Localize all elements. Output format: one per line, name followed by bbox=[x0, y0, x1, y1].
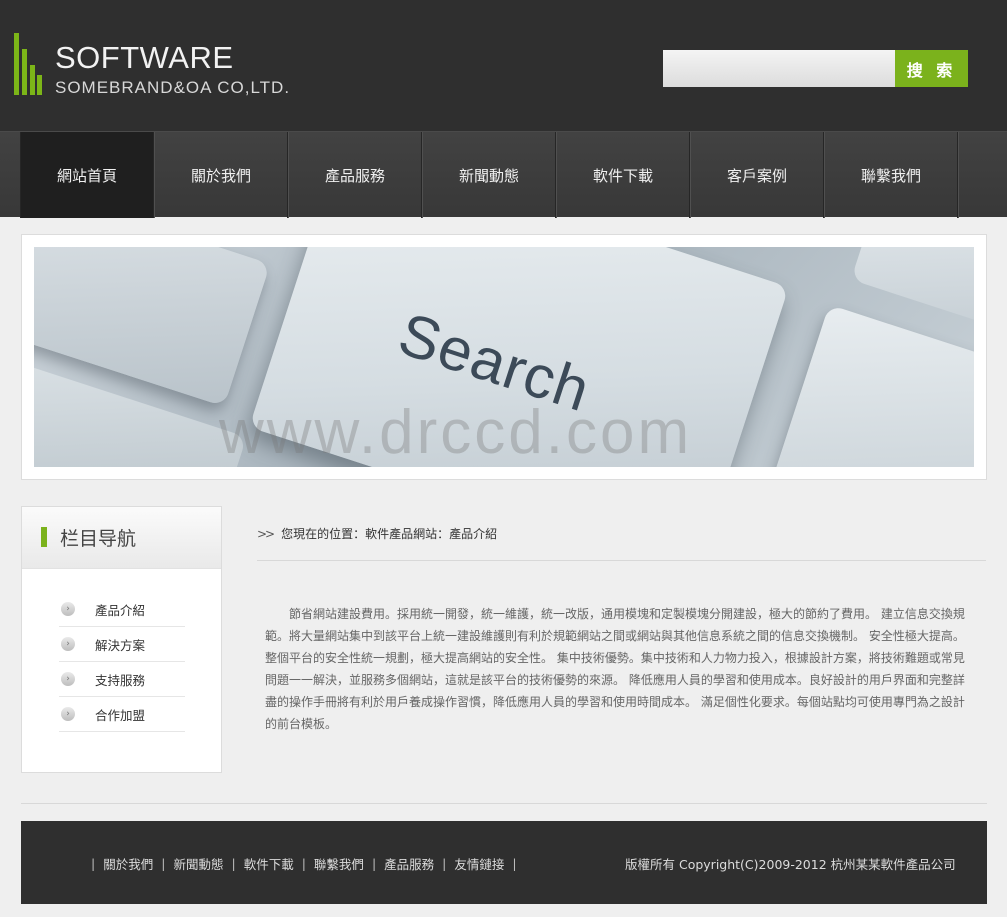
site-header: SOFTWARE SOMEBRAND&OA CO,LTD. 搜 索 bbox=[0, 0, 1007, 131]
nav-item-about[interactable]: 關於我們 bbox=[155, 132, 288, 218]
separator: | bbox=[301, 856, 306, 871]
banner-frame: Search www.drccd.com bbox=[21, 234, 987, 480]
footer-link-news[interactable]: 新聞動態 bbox=[173, 854, 223, 873]
sidebar-item-solutions[interactable]: › 解決方案 bbox=[59, 627, 185, 662]
main-nav: 網站首頁 關於我們 產品服務 新聞動態 軟件下載 客戶案例 聯繫我們 bbox=[0, 131, 1007, 218]
sidebar-item-label: 合作加盟 bbox=[95, 707, 146, 723]
separator: | bbox=[371, 856, 377, 871]
separator: | bbox=[512, 856, 517, 871]
nav-item-download[interactable]: 軟件下載 bbox=[557, 132, 690, 218]
search-button[interactable]: 搜 索 bbox=[895, 50, 968, 87]
footer-links: | 關於我們 | 新聞動態 | 軟件下載 | 聯繫我們 | 產品服務 | 友情鏈… bbox=[83, 854, 525, 873]
copyright-text: 版權所有 Copyright(C)2009-2012 杭州某某軟件產品公司 bbox=[625, 857, 956, 872]
footer-link-about[interactable]: 關於我們 bbox=[103, 854, 153, 873]
sidebar: 栏目导航 › 產品介紹 › 解決方案 › 支持服務 › 合作加盟 bbox=[21, 506, 222, 773]
logo-title: SOFTWARE bbox=[55, 40, 234, 75]
footer-link-download[interactable]: 軟件下載 bbox=[244, 854, 294, 873]
footer-link-friends[interactable]: 友情鏈接 bbox=[454, 854, 504, 873]
sidebar-item-label: 支持服務 bbox=[95, 672, 146, 688]
nav-item-home[interactable]: 網站首頁 bbox=[21, 132, 154, 218]
nav-item-news[interactable]: 新聞動態 bbox=[423, 132, 556, 218]
chevron-right-icon: › bbox=[61, 602, 75, 616]
article-body: 節省網站建設費用。採用統一開發，統一維護，統一改版，通用模塊和定製模塊分開建設，… bbox=[265, 607, 965, 731]
chevron-right-icon: › bbox=[61, 707, 75, 721]
sidebar-item-product-intro[interactable]: › 產品介紹 bbox=[59, 592, 185, 627]
sidebar-item-label: 產品介紹 bbox=[95, 602, 146, 618]
search-input[interactable] bbox=[663, 50, 895, 87]
footer-link-contact[interactable]: 聯繫我們 bbox=[314, 854, 364, 873]
separator: | bbox=[91, 856, 96, 871]
separator: | bbox=[231, 856, 236, 871]
nav-item-products[interactable]: 產品服務 bbox=[289, 132, 422, 218]
chevron-right-icon: › bbox=[61, 637, 75, 651]
chevron-right-icon: › bbox=[61, 672, 75, 686]
breadcrumb: >> 您現在的位置：軟件產品網站：產品介紹 bbox=[257, 525, 497, 542]
logo-subtitle: SOMEBRAND&OA CO,LTD. bbox=[55, 78, 291, 97]
divider bbox=[257, 560, 986, 561]
breadcrumb-text: 您現在的位置：軟件產品網站：產品介紹 bbox=[281, 527, 498, 541]
keyboard-key-shape bbox=[770, 304, 974, 467]
sidebar-item-support[interactable]: › 支持服務 bbox=[59, 662, 185, 697]
banner-watermark: www.drccd.com bbox=[219, 398, 693, 467]
sidebar-item-label: 解決方案 bbox=[95, 637, 146, 653]
nav-item-contact[interactable]: 聯繫我們 bbox=[825, 132, 958, 218]
nav-item-cases[interactable]: 客戶案例 bbox=[691, 132, 824, 218]
sidebar-title: 栏目导航 bbox=[60, 528, 137, 550]
banner-image: Search www.drccd.com bbox=[34, 247, 974, 467]
sidebar-accent-bar bbox=[41, 527, 47, 547]
sidebar-header: 栏目导航 bbox=[22, 507, 221, 569]
separator: | bbox=[161, 856, 166, 871]
logo-bars-icon bbox=[14, 33, 42, 95]
divider bbox=[21, 803, 987, 804]
footer-link-products[interactable]: 產品服務 bbox=[384, 854, 434, 873]
separator: | bbox=[442, 856, 447, 871]
sidebar-item-partnership[interactable]: › 合作加盟 bbox=[59, 697, 185, 732]
site-footer: | 關於我們 | 新聞動態 | 軟件下載 | 聯繫我們 | 產品服務 | 友情鏈… bbox=[21, 821, 987, 904]
double-chevron-icon: >> bbox=[257, 526, 275, 541]
